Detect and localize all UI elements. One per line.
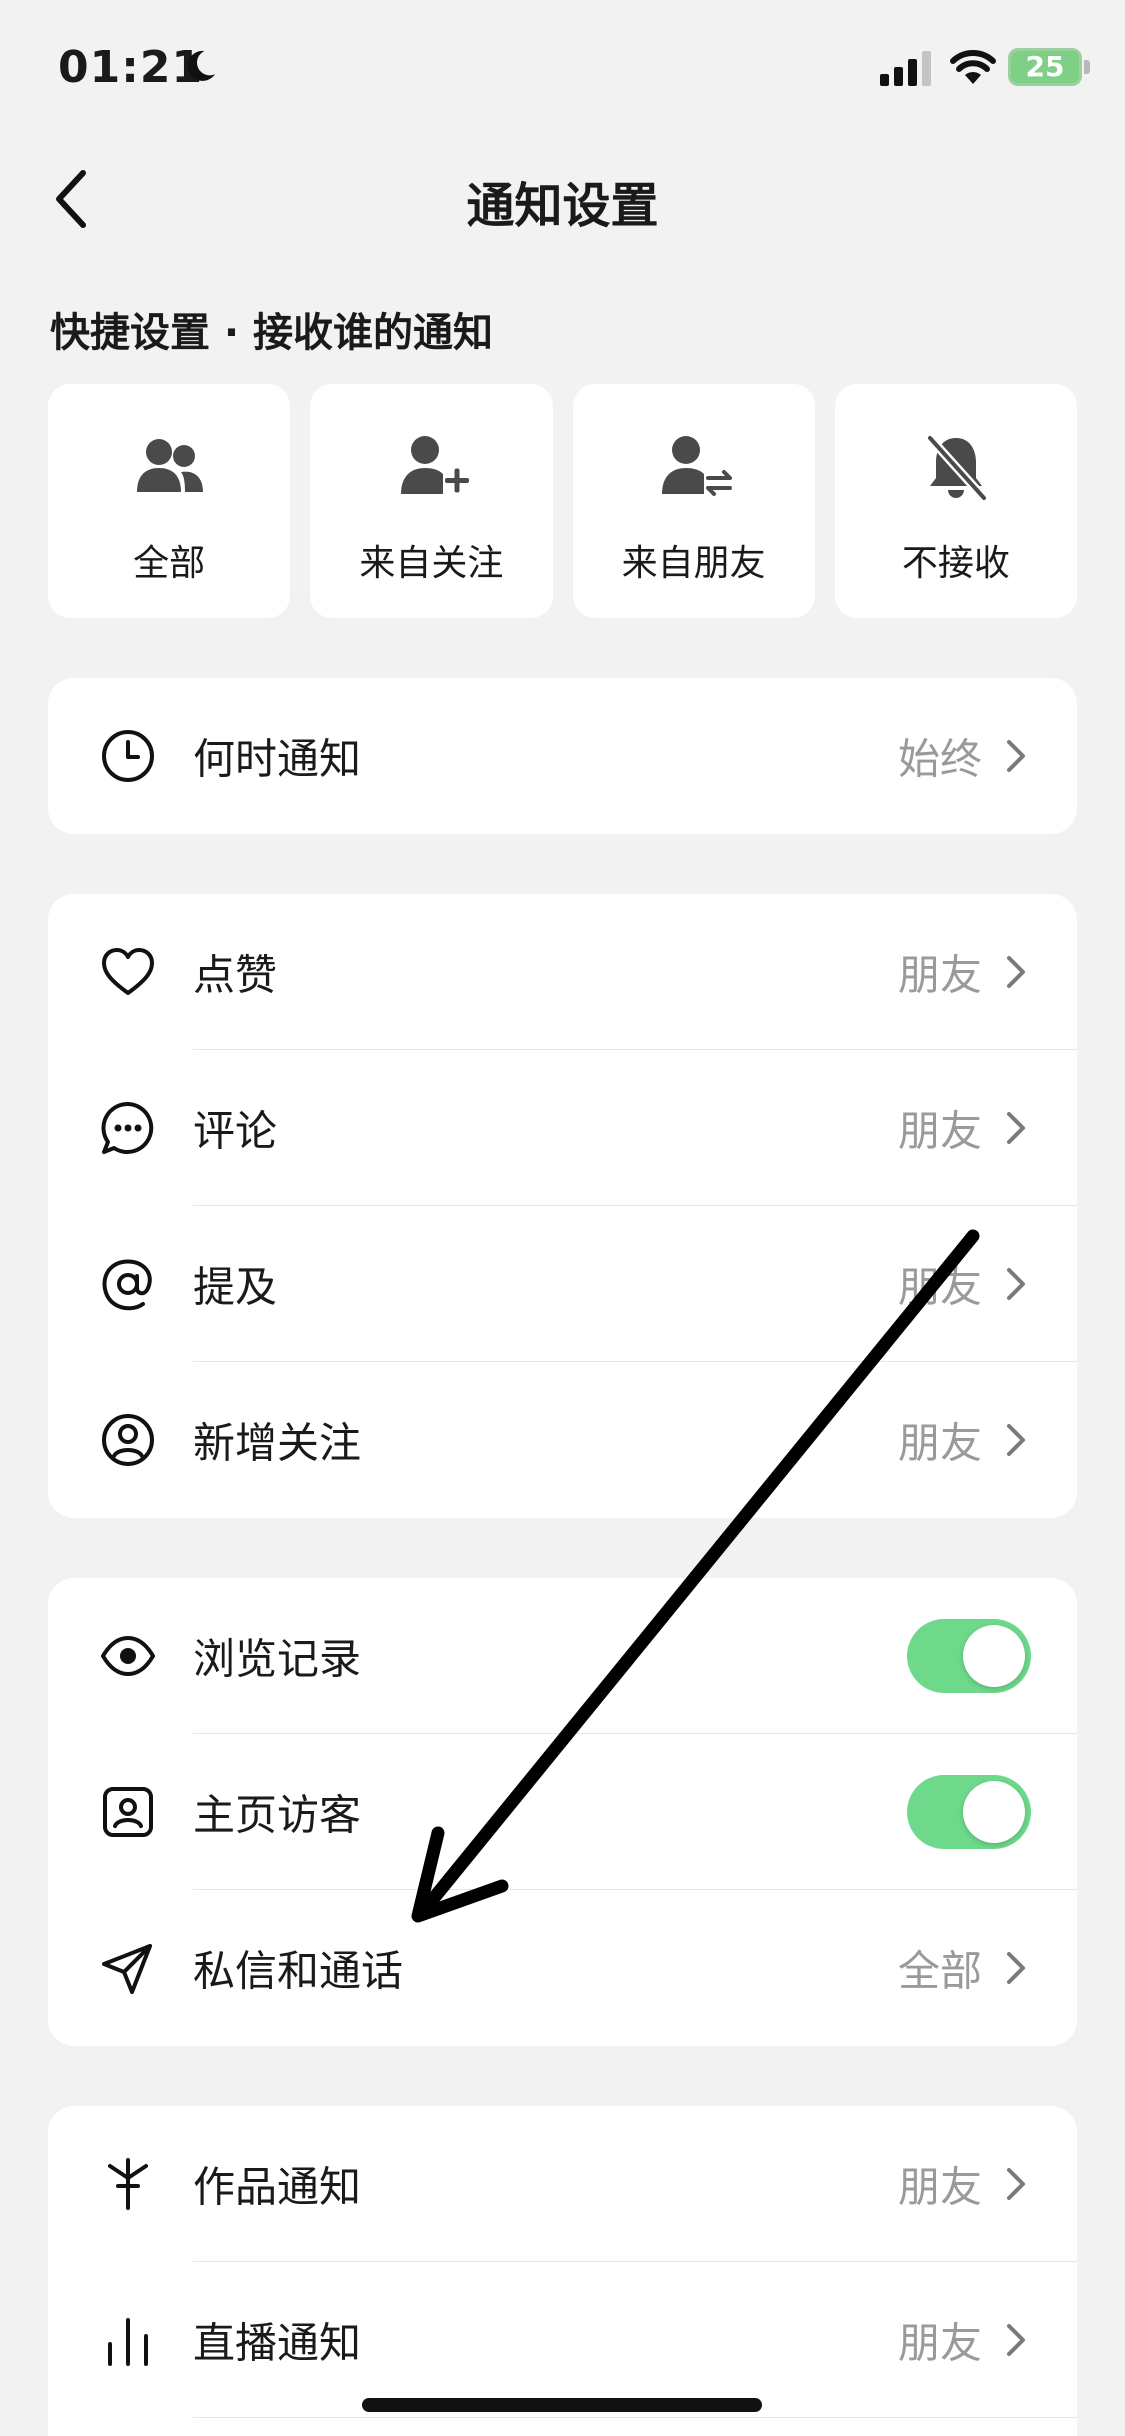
chevron-right-icon bbox=[1007, 2168, 1025, 2200]
setting-row-new-followers[interactable]: 新增关注 朋友 bbox=[48, 1362, 1077, 1518]
chevron-right-icon bbox=[1007, 2324, 1025, 2356]
user-swap-icon bbox=[661, 436, 732, 496]
cellular-signal-icon bbox=[880, 51, 931, 86]
quick-setting-from-following[interactable]: 来自关注 bbox=[310, 384, 553, 618]
row-divider bbox=[193, 2417, 1077, 2418]
setting-row-browsing-history: 浏览记录 bbox=[48, 1578, 1077, 1734]
row-value: 朋友 bbox=[897, 1418, 982, 1468]
row-value: 朋友 bbox=[897, 2318, 982, 2368]
home-indicator[interactable] bbox=[362, 2398, 762, 2412]
group-icon bbox=[137, 439, 204, 492]
chevron-right-icon bbox=[1007, 1268, 1025, 1300]
row-value: 朋友 bbox=[897, 1262, 982, 1312]
row-label: 新增关注 bbox=[193, 1418, 362, 1468]
row-value: 朋友 bbox=[897, 2162, 982, 2212]
setting-row-likes[interactable]: 点赞 朋友 bbox=[48, 894, 1077, 1050]
notification-settings-screen: 01:21 25 通知设置 快捷设置 · 接收谁的通知 全部 来自关注 来自朋友… bbox=[0, 0, 1125, 2436]
clock-icon bbox=[100, 728, 156, 784]
quick-setting-label: 来自关注 bbox=[359, 543, 504, 584]
quick-setting-label: 不接收 bbox=[901, 543, 1010, 584]
user-add-icon bbox=[401, 436, 470, 494]
row-value: 全部 bbox=[897, 1946, 982, 1996]
sparkle-icon bbox=[100, 2156, 156, 2212]
at-icon bbox=[100, 1256, 156, 1312]
status-bar: 01:21 25 bbox=[0, 0, 1125, 140]
row-label: 主页访客 bbox=[193, 1790, 362, 1840]
toggle-knob bbox=[963, 1625, 1025, 1687]
heart-icon bbox=[100, 944, 156, 1000]
chevron-right-icon bbox=[1007, 1112, 1025, 1144]
row-label: 私信和通话 bbox=[193, 1946, 404, 1996]
battery-indicator: 25 bbox=[1008, 48, 1082, 86]
setting-row-when-notify[interactable]: 何时通知 始终 bbox=[48, 678, 1077, 834]
chevron-right-icon bbox=[1007, 1952, 1025, 1984]
setting-row-mentions[interactable]: 提及 朋友 bbox=[48, 1206, 1077, 1362]
send-icon bbox=[100, 1940, 156, 1996]
wifi-icon bbox=[950, 50, 996, 84]
quick-setting-from-friends[interactable]: 来自朋友 bbox=[572, 384, 815, 618]
visitor-icon bbox=[100, 1784, 156, 1840]
when-notify-card: 何时通知 始终 bbox=[48, 678, 1077, 834]
row-label: 浏览记录 bbox=[193, 1634, 362, 1684]
row-label: 直播通知 bbox=[193, 2318, 362, 2368]
browsing-history-toggle[interactable] bbox=[907, 1619, 1031, 1693]
eye-icon bbox=[100, 1628, 156, 1684]
setting-row-messages-calls[interactable]: 私信和通话 全部 bbox=[48, 1890, 1077, 2046]
bars-icon bbox=[100, 2312, 156, 2368]
quick-settings-heading: 快捷设置 · 接收谁的通知 bbox=[50, 310, 494, 356]
privacy-notify-card: 浏览记录 主页访客 私信和通话 全部 bbox=[48, 1578, 1077, 2046]
bell-off-icon bbox=[925, 433, 989, 503]
comment-icon bbox=[100, 1100, 156, 1156]
chevron-right-icon bbox=[1007, 740, 1025, 772]
profile-visitors-toggle[interactable] bbox=[907, 1775, 1031, 1849]
setting-row-comments[interactable]: 评论 朋友 bbox=[48, 1050, 1077, 1206]
setting-row-works[interactable]: 作品通知 朋友 bbox=[48, 2106, 1077, 2262]
quick-setting-label: 来自朋友 bbox=[621, 543, 766, 584]
row-value: 始终 bbox=[897, 734, 982, 784]
chevron-right-icon bbox=[1007, 1424, 1025, 1456]
quick-setting-all[interactable]: 全部 bbox=[48, 384, 291, 618]
user-circle-icon bbox=[100, 1412, 156, 1468]
page-title: 通知设置 bbox=[466, 178, 659, 234]
content-notify-card: 作品通知 朋友 直播通知 朋友 bbox=[48, 2106, 1077, 2436]
row-label: 何时通知 bbox=[193, 734, 362, 784]
row-value: 朋友 bbox=[897, 950, 982, 1000]
setting-row-profile-visitors: 主页访客 bbox=[48, 1734, 1077, 1890]
battery-cap bbox=[1084, 60, 1090, 74]
row-label: 作品通知 bbox=[193, 2162, 362, 2212]
toggle-knob bbox=[963, 1781, 1025, 1843]
chevron-right-icon bbox=[1007, 956, 1025, 988]
row-label: 点赞 bbox=[193, 950, 278, 1000]
quick-settings-row: 全部 来自关注 来自朋友 不接收 bbox=[48, 384, 1077, 618]
moon-icon bbox=[187, 50, 215, 81]
row-label: 提及 bbox=[193, 1262, 278, 1312]
row-label: 评论 bbox=[193, 1106, 278, 1156]
setting-row-live[interactable]: 直播通知 朋友 bbox=[48, 2262, 1077, 2418]
quick-setting-label: 全部 bbox=[133, 543, 206, 584]
row-value: 朋友 bbox=[897, 1106, 982, 1156]
interaction-notify-card: 点赞 朋友 评论 朋友 提及 朋友 新增关注 朋友 bbox=[48, 894, 1077, 1518]
quick-setting-none[interactable]: 不接收 bbox=[834, 384, 1077, 618]
battery-level: 25 bbox=[1025, 50, 1065, 83]
